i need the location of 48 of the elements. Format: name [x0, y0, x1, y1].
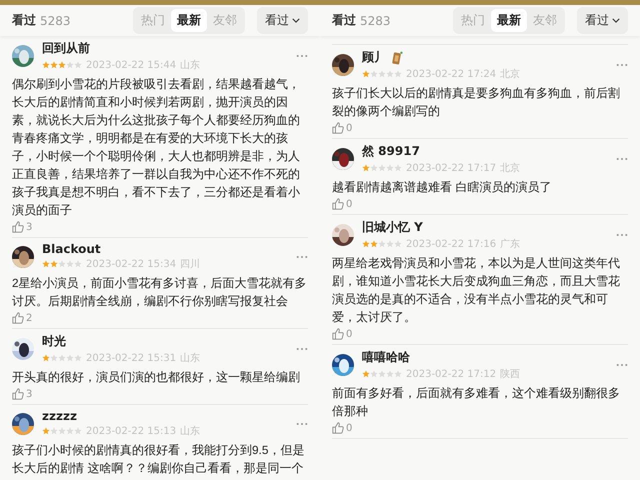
- review-text: 开头真的很好，演员们演的也都很好，这一颗星给编剧: [12, 369, 301, 386]
- like-count: 0: [346, 122, 352, 134]
- review-text: 偶尔刷到小雪花的片段被吸引去看剧，结果越看越气，长大后的剧情简直和小时候判若两剧，抛开演员的因素，就说长大后为什么这批孩子每个人都要经历狗血的青春疼痛文学，明明都是在有爱的大环境下长大的孩子，小时候一个个聪明伶俐，大人也都明辨是非，为人正直良善，结果培养了一群以自我为中心还不作不死的孩子我真是想不明白，看不下去了，三分都还是看着小演员的面子: [12, 76, 301, 219]
- user-name[interactable]: Blackout: [42, 242, 101, 256]
- user-name[interactable]: 旧城小忆 Y: [362, 219, 423, 236]
- more-icon[interactable]: [616, 63, 628, 67]
- more-icon[interactable]: [296, 54, 308, 58]
- like-count: 0: [346, 422, 352, 434]
- like-count: 0: [346, 328, 352, 340]
- more-icon[interactable]: [616, 363, 628, 367]
- filter-dropdown[interactable]: 看过: [577, 7, 628, 34]
- user-name[interactable]: 然 89917: [362, 143, 420, 160]
- review-text: 2星给小演员，前面小雪花有多讨喜，后面大雪花就有多讨厌。后期剧情全线崩，编剧不行你别瞎写报复社会: [12, 275, 308, 310]
- user-name[interactable]: 时光: [42, 333, 66, 350]
- more-icon[interactable]: [616, 233, 628, 237]
- more-icon[interactable]: [616, 157, 628, 161]
- section-title: 看过: [12, 12, 36, 29]
- thumbs-up-icon[interactable]: [12, 221, 24, 233]
- review-text: 越看剧情越离谱越难看 白瞎演员的演员了: [332, 179, 552, 196]
- sort-tab[interactable]: 最新: [171, 9, 207, 32]
- thumbs-up-icon[interactable]: [12, 388, 24, 400]
- thumbs-up-icon[interactable]: [332, 198, 344, 210]
- sort-tab[interactable]: 最新: [491, 9, 527, 32]
- more-icon[interactable]: [296, 254, 308, 258]
- user-name[interactable]: zzzzz: [42, 409, 77, 423]
- section-title: 看过: [332, 12, 356, 29]
- like-count: 3: [26, 388, 32, 400]
- thumbs-up-icon[interactable]: [332, 328, 344, 340]
- user-name[interactable]: 嘻嘻哈哈: [362, 349, 410, 366]
- more-icon[interactable]: [296, 422, 308, 426]
- thumbs-up-icon[interactable]: [12, 312, 24, 324]
- like-count: 2: [26, 312, 32, 324]
- thumbs-up-icon[interactable]: [332, 422, 344, 434]
- filter-dropdown[interactable]: 看过: [257, 7, 308, 34]
- like-count: 3: [26, 222, 32, 232]
- like-count: 0: [346, 198, 352, 210]
- review-text: 前面有多好看，后面就有多难看，这个难看级别翻很多倍那种: [332, 385, 621, 420]
- chevron-down-icon: [612, 18, 620, 23]
- review-text: 孩子们小时候的剧情真的很好看，我能打分到9.5，但是长大后的剧情 这啥啊？？编剧你自己看看，那是同一个: [12, 442, 306, 477]
- chevron-down-icon: [292, 18, 300, 23]
- review-count: 5283: [40, 14, 71, 28]
- user-name[interactable]: 顾丿: [362, 49, 386, 66]
- more-icon[interactable]: [296, 347, 308, 351]
- user-name[interactable]: 回到从前: [42, 40, 90, 57]
- review-text: 两星给老戏骨演员和小雪花，本以为是人世间这类年代剧，谁知道小雪花长大后变成狗血三角恋，而且大雪花演员选的是真的不适合，没有半点小雪花的灵气和可爱，太讨厌了。: [332, 255, 621, 326]
- review-text: 孩子们长大以后的剧情真是要多狗血有多狗血，前后割裂的像两个编剧写的: [332, 85, 621, 120]
- review-count: 5283: [360, 14, 391, 28]
- thumbs-up-icon[interactable]: [332, 122, 344, 134]
